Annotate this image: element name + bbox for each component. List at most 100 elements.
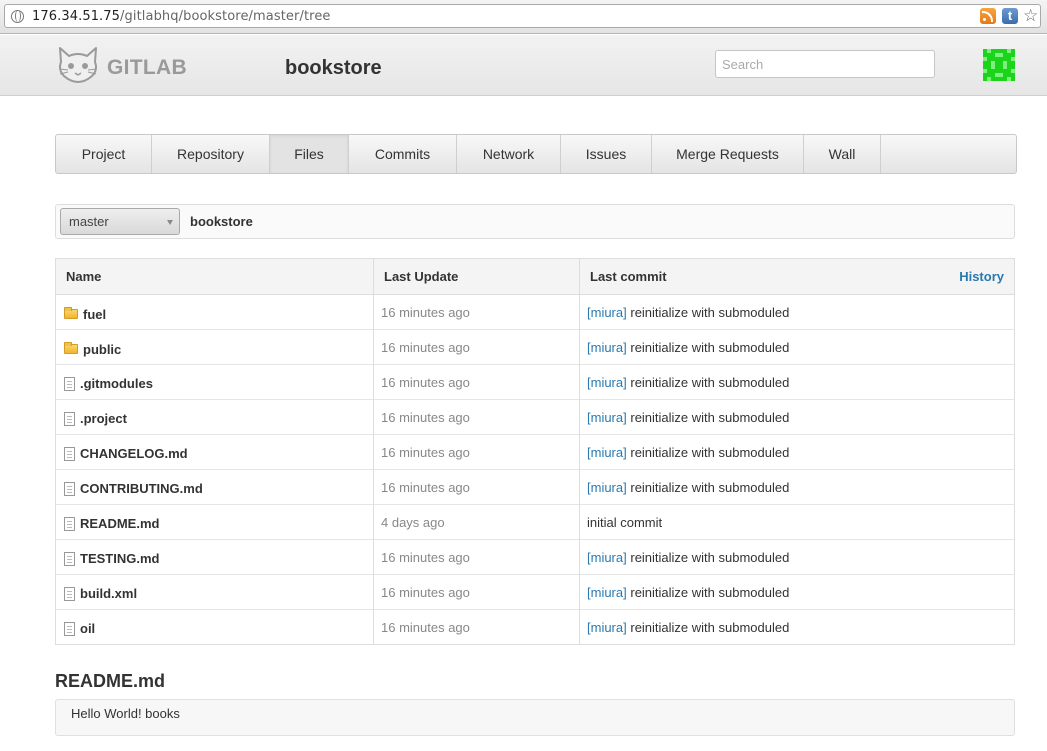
file-name-cell: .gitmodules [55,364,374,400]
rss-icon[interactable] [980,8,996,24]
history-link[interactable]: History [959,269,1004,284]
file-name-cell: fuel [55,294,374,330]
file-name-cell: .project [55,399,374,435]
logo-text: GITLAB [107,56,187,79]
table-row[interactable]: oil 16 minutes ago [miura] reinitialize wi… [55,609,1015,645]
tab-commits[interactable]: Commits [349,135,457,173]
tab-network[interactable]: Network [457,135,561,173]
last-commit-cell: [miura] reinitialize with submoduled [579,294,1015,330]
tab-merge-requests[interactable]: Merge Requests [652,135,804,173]
search-input[interactable] [715,50,935,78]
folder-icon [64,342,78,355]
tab-project[interactable]: Project [56,135,152,173]
readme-content-box: Hello World! books [55,699,1015,736]
file-name-cell: CONTRIBUTING.md [55,469,374,505]
last-update-cell: 16 minutes ago [373,399,580,435]
file-name-link[interactable]: CONTRIBUTING.md [80,481,203,496]
file-name-cell: oil [55,609,374,645]
commit-message[interactable]: initial commit [587,515,662,530]
commit-author-link[interactable]: [miura] [587,480,627,495]
file-name-cell: CHANGELOG.md [55,434,374,470]
file-icon [64,551,75,566]
last-update-cell: 16 minutes ago [373,469,580,505]
project-nav: Project Repository Files Commits Network… [55,134,1017,174]
table-row[interactable]: CONTRIBUTING.md 16 minutes ago [miura] rei… [55,469,1015,505]
commit-message[interactable]: reinitialize with submoduled [630,550,789,565]
last-commit-cell: initial commit [579,504,1015,540]
tab-issues[interactable]: Issues [561,135,652,173]
file-icon [64,586,75,601]
table-row[interactable]: TESTING.md 16 minutes ago [miura] reinitia… [55,539,1015,575]
last-update-cell: 16 minutes ago [373,329,580,365]
commit-author-link[interactable]: [miura] [587,340,627,355]
table-row[interactable]: fuel 16 minutes ago [miura] reinitialize w… [55,294,1015,330]
gitlab-header: GITLAB bookstore [0,35,1047,96]
table-row[interactable]: .gitmodules 16 minutes ago [miura] reiniti… [55,364,1015,400]
commit-message[interactable]: reinitialize with submoduled [630,340,789,355]
commit-author-link[interactable]: [miura] [587,620,627,635]
commit-author-link[interactable]: [miura] [587,410,627,425]
file-name-link[interactable]: README.md [80,516,159,531]
file-name-cell: README.md [55,504,374,540]
last-update-cell: 16 minutes ago [373,364,580,400]
file-name-link[interactable]: public [83,342,121,357]
breadcrumb[interactable]: bookstore [190,214,253,229]
commit-message[interactable]: reinitialize with submoduled [630,480,789,495]
commit-author-link[interactable]: [miura] [587,550,627,565]
last-commit-cell: [miura] reinitialize with submoduled [579,399,1015,435]
table-header-row: Name Last Update Last commit History [55,258,1015,295]
table-row[interactable]: README.md 4 days ago initial commit [55,504,1015,540]
file-name-link[interactable]: CHANGELOG.md [80,446,188,461]
table-row[interactable]: .project 16 minutes ago [miura] reinitiali… [55,399,1015,435]
last-update-cell: 4 days ago [373,504,580,540]
branch-bar: master bookstore [55,204,1015,239]
commit-author-link[interactable]: [miura] [587,445,627,460]
table-row[interactable]: public 16 minutes ago [miura] reinitialize… [55,329,1015,365]
file-name-link[interactable]: TESTING.md [80,551,159,566]
file-name-link[interactable]: fuel [83,307,106,322]
branch-select[interactable]: master [60,208,180,235]
star-icon[interactable]: ☆ [1023,6,1038,26]
tab-wall[interactable]: Wall [804,135,881,173]
commit-author-link[interactable]: [miura] [587,375,627,390]
identicon-icon [983,49,1015,81]
file-name-link[interactable]: oil [80,621,95,636]
url-host: 176.34.51.75 [32,9,121,24]
last-commit-cell: [miura] reinitialize with submoduled [579,469,1015,505]
tab-files[interactable]: Files [270,135,349,173]
commit-message[interactable]: reinitialize with submoduled [630,445,789,460]
commit-message[interactable]: reinitialize with submoduled [630,585,789,600]
commit-message[interactable]: reinitialize with submoduled [630,410,789,425]
browser-toolbar: 176.34.51.75/gitlabhq/bookstore/master/t… [0,0,1047,34]
url-text[interactable]: 176.34.51.75/gitlabhq/bookstore/master/t… [32,9,331,24]
tab-repository[interactable]: Repository [152,135,270,173]
avatar[interactable] [983,49,1015,81]
commit-author-link[interactable]: [miura] [587,305,627,320]
table-row[interactable]: build.xml 16 minutes ago [miura] reinitial… [55,574,1015,610]
file-name-cell: build.xml [55,574,374,610]
last-commit-cell: [miura] reinitialize with submoduled [579,434,1015,470]
file-name-link[interactable]: .project [80,411,127,426]
last-commit-cell: [miura] reinitialize with submoduled [579,574,1015,610]
globe-icon [11,10,24,23]
column-header-last-update: Last Update [373,258,580,295]
commit-message[interactable]: reinitialize with submoduled [630,305,789,320]
table-row[interactable]: CHANGELOG.md 16 minutes ago [miura] reinit… [55,434,1015,470]
commit-message[interactable]: reinitialize with submoduled [630,375,789,390]
tumblr-icon[interactable]: t [1002,8,1018,24]
file-icon [64,481,75,496]
last-update-cell: 16 minutes ago [373,434,580,470]
address-bar[interactable]: 176.34.51.75/gitlabhq/bookstore/master/t… [4,4,1041,28]
commit-author-link[interactable]: [miura] [587,585,627,600]
readme-title: README.md [55,671,166,691]
commit-message[interactable]: reinitialize with submoduled [630,620,789,635]
project-title[interactable]: bookstore [285,57,382,80]
file-icon [64,376,75,391]
file-name-link[interactable]: .gitmodules [80,376,153,391]
file-icon [64,621,75,636]
column-header-name: Name [55,258,374,295]
file-tree-table: Name Last Update Last commit History fue… [55,258,1015,645]
file-name-link[interactable]: build.xml [80,586,137,601]
last-commit-cell: [miura] reinitialize with submoduled [579,609,1015,645]
last-update-cell: 16 minutes ago [373,574,580,610]
